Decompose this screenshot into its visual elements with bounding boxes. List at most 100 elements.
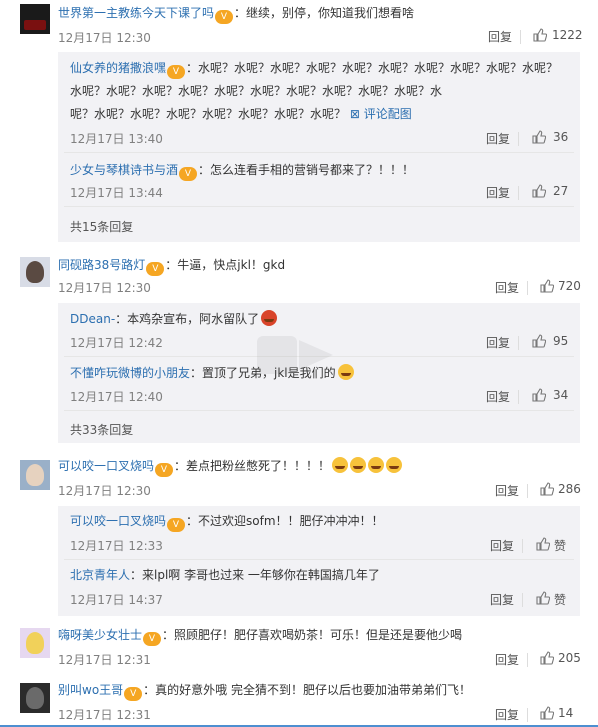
reply-text: ：来lpl啊 李哥也过来 一年够你在韩国搞几年了 xyxy=(130,568,380,582)
comment-text: ：照顾肥仔！肥仔喜欢喝奶茶！可乐！但是还是要他少喝 xyxy=(162,628,463,642)
like-icon[interactable] xyxy=(536,591,551,605)
like-icon[interactable] xyxy=(540,651,555,665)
like-label[interactable]: 赞 xyxy=(554,537,566,554)
comment-text: ：牛逼，快点jkl！gkd xyxy=(165,258,286,272)
reply-button[interactable]: 回复 xyxy=(490,591,514,608)
reply-date: 12月17日 12:42 xyxy=(70,336,163,350)
avatar[interactable] xyxy=(20,4,50,34)
emoji-icon xyxy=(368,457,385,473)
comment-username[interactable]: 世界第一主教练今天下课了吗 xyxy=(58,6,214,20)
image-icon[interactable]: ⊠ xyxy=(350,107,360,121)
reply-button[interactable]: 回复 xyxy=(495,279,519,296)
like-icon[interactable] xyxy=(533,28,548,42)
more-replies-link[interactable]: 共15条回复 xyxy=(70,218,133,235)
comment-line: 世界第一主教练今天下课了吗 V ：继续，别停，你知道我们想看啥 xyxy=(58,4,414,24)
reply-date: 12月17日 12:40 xyxy=(70,390,163,404)
reply-line: 北京青年人：来lpl啊 李哥也过来 一年够你在韩国搞几年了 xyxy=(70,566,380,584)
vip-badge-icon: V xyxy=(167,65,186,79)
reply-text-line: ：水呢？水呢？水呢？水呢？水呢？水呢？水呢？水呢？水呢？水呢？ xyxy=(186,61,559,75)
reply-button[interactable]: 回复 xyxy=(495,706,519,723)
like-icon[interactable] xyxy=(536,537,551,551)
like-icon[interactable] xyxy=(532,184,547,198)
avatar[interactable] xyxy=(20,460,50,490)
avatar[interactable] xyxy=(20,257,50,287)
reply-text-line: 水呢？水呢？水呢？水呢？水呢？水呢？水呢？水呢？水呢？水呢？水 xyxy=(70,84,443,98)
like-count: 720 xyxy=(558,279,581,293)
comment-line: 可以咬一口叉烧吗 V ：差点把粉丝憋死了！！！！ xyxy=(58,457,403,477)
divider xyxy=(522,539,523,553)
vip-badge-icon: V xyxy=(179,167,198,181)
like-count: 34 xyxy=(553,388,569,402)
divider xyxy=(520,30,521,44)
avatar[interactable] xyxy=(20,683,50,713)
reply-date: 12月17日 14:37 xyxy=(70,593,163,607)
reply-panel xyxy=(58,52,580,242)
vip-badge-icon: V xyxy=(167,518,186,532)
reply-button[interactable]: 回复 xyxy=(486,130,510,147)
comment-date: 12月17日 12:31 xyxy=(58,653,151,667)
reply-button[interactable]: 回复 xyxy=(486,184,510,201)
comment-text: ：差点把粉丝憋死了！！！！ xyxy=(174,459,331,473)
divider xyxy=(518,390,519,404)
reply-button[interactable]: 回复 xyxy=(495,482,519,499)
like-count: 36 xyxy=(553,130,569,144)
comment-text: ：继续，别停，你知道我们想看啥 xyxy=(234,6,415,20)
emoji-icon xyxy=(261,310,278,326)
reply-text: ：不过欢迎sofm！！肥仔冲冲冲！！ xyxy=(186,514,384,528)
vip-badge-icon: V xyxy=(146,262,165,276)
comment-username[interactable]: 嗨呀美少女壮士 xyxy=(58,628,142,642)
reply-username[interactable]: 北京青年人 xyxy=(70,568,130,582)
reply-username[interactable]: DDean- xyxy=(70,312,115,326)
reply-username[interactable]: 少女与琴棋诗书与酒 xyxy=(70,163,178,177)
like-icon[interactable] xyxy=(532,130,547,144)
comment-line: 别叫wo王哥 V ：真的好意外哦 完全猜不到！肥仔以后也要加油带弟弟们飞！ xyxy=(58,681,471,701)
vip-badge-icon: V xyxy=(124,687,143,701)
reply-button[interactable]: 回复 xyxy=(488,28,512,45)
reply-date: 12月17日 13:44 xyxy=(70,186,163,200)
like-icon[interactable] xyxy=(532,388,547,402)
emoji-icon xyxy=(337,364,354,380)
comment-line: 同砚路38号路灯 V ：牛逼，快点jkl！gkd xyxy=(58,256,285,276)
reply-button[interactable]: 回复 xyxy=(490,537,514,554)
divider xyxy=(527,708,528,722)
like-icon[interactable] xyxy=(532,334,547,348)
reply-username[interactable]: 不懂咋玩微博的小朋友 xyxy=(70,366,190,380)
like-count: 286 xyxy=(558,482,581,496)
comment-username[interactable]: 别叫wo王哥 xyxy=(58,683,123,697)
emoji-icon xyxy=(386,457,403,473)
comment-username[interactable]: 同砚路38号路灯 xyxy=(58,258,145,272)
reply-line: 少女与琴棋诗书与酒 V ：怎么连看手相的营销号都来了？！！！ xyxy=(70,161,414,181)
like-icon[interactable] xyxy=(540,279,555,293)
more-replies-link[interactable]: 共33条回复 xyxy=(70,421,133,438)
comment-date: 12月17日 12:30 xyxy=(58,281,151,295)
like-icon[interactable] xyxy=(540,482,555,496)
like-count: 1222 xyxy=(552,28,583,42)
emoji-icon xyxy=(350,457,367,473)
comment-date: 12月17日 12:30 xyxy=(58,484,151,498)
reply-button[interactable]: 回复 xyxy=(495,651,519,668)
reply-username[interactable]: 可以咬一口叉烧吗 xyxy=(70,514,166,528)
reply-date: 12月17日 13:40 xyxy=(70,132,163,146)
avatar[interactable] xyxy=(20,628,50,658)
divider xyxy=(64,559,574,560)
comment-username[interactable]: 可以咬一口叉烧吗 xyxy=(58,459,154,473)
reply-username[interactable]: 仙女养的猪撒浪嘿 xyxy=(70,61,166,75)
divider xyxy=(518,186,519,200)
reply-text: ：怎么连看手相的营销号都来了？！！！ xyxy=(198,163,415,177)
divider xyxy=(527,484,528,498)
gallery-link[interactable]: 评论配图 xyxy=(364,107,412,121)
vip-badge-icon: V xyxy=(155,463,174,477)
like-label[interactable]: 赞 xyxy=(554,591,566,608)
comment-line: 嗨呀美少女壮士 V ：照顾肥仔！肥仔喜欢喝奶茶！可乐！但是还是要他少喝 xyxy=(58,626,462,646)
comment-date: 12月17日 12:31 xyxy=(58,708,151,722)
reply-button[interactable]: 回复 xyxy=(486,388,510,405)
like-count: 27 xyxy=(553,184,569,198)
comment-text: ：真的好意外哦 完全猜不到！肥仔以后也要加油带弟弟们飞！ xyxy=(143,683,471,697)
reply-button[interactable]: 回复 xyxy=(486,334,510,351)
divider xyxy=(64,152,574,153)
emoji-icon xyxy=(332,457,349,473)
divider xyxy=(527,281,528,295)
like-icon[interactable] xyxy=(540,706,555,720)
comment-date: 12月17日 12:30 xyxy=(58,31,151,45)
reply-date: 12月17日 12:33 xyxy=(70,539,163,553)
